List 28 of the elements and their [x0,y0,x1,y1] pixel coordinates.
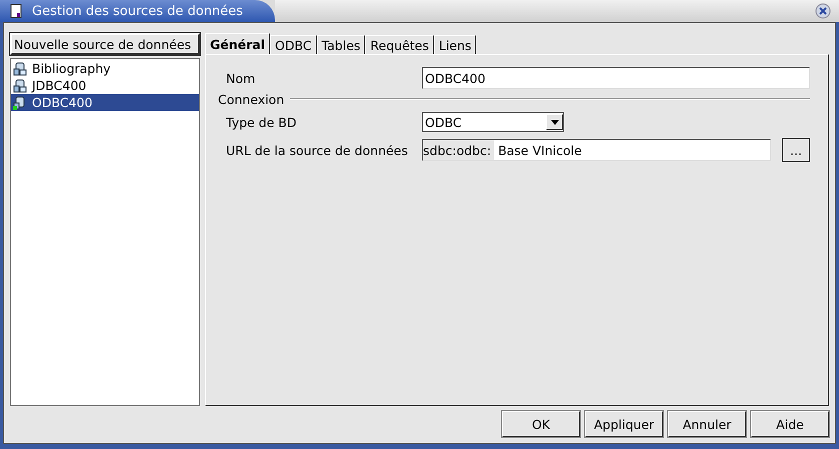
dialog-button[interactable]: Aide [751,411,829,437]
database-icon [13,62,27,76]
browse-button[interactable]: ... [782,138,810,162]
window-title: Gestion des sources de données [32,4,243,18]
group-title: Connexion [218,92,284,106]
tab[interactable]: Tables [316,35,366,54]
dropdown-arrow-icon [550,120,558,124]
data-source-item[interactable]: JDBC400 [11,77,199,94]
url-label: URL de la source de données [225,142,409,158]
tab[interactable]: Général [205,33,270,54]
name-label: Nom [225,70,256,86]
new-data-source-button[interactable]: Nouvelle source de données [10,33,200,55]
tab[interactable]: ODBC [270,35,317,54]
dialog-button[interactable]: Annuler [668,411,746,437]
dialog-button[interactable]: Appliquer [585,411,663,437]
dialog-button[interactable]: OK [502,411,580,437]
document-icon [10,4,22,18]
database-plug-icon [13,96,27,110]
database-icon [13,78,27,92]
db-type-dropdown[interactable]: ODBC [422,112,564,132]
name-field[interactable]: ODBC400 [422,67,810,89]
tab[interactable]: Requêtes [365,35,434,54]
data-source-item[interactable]: Bibliography [11,60,199,77]
data-source-item[interactable]: ODBC400 [11,94,199,111]
db-type-label: Type de BD [225,114,298,130]
close-icon[interactable] [815,3,831,19]
url-field[interactable]: sdbc:odbc: Base VInicole [422,139,771,161]
tab[interactable]: Liens [434,35,476,54]
